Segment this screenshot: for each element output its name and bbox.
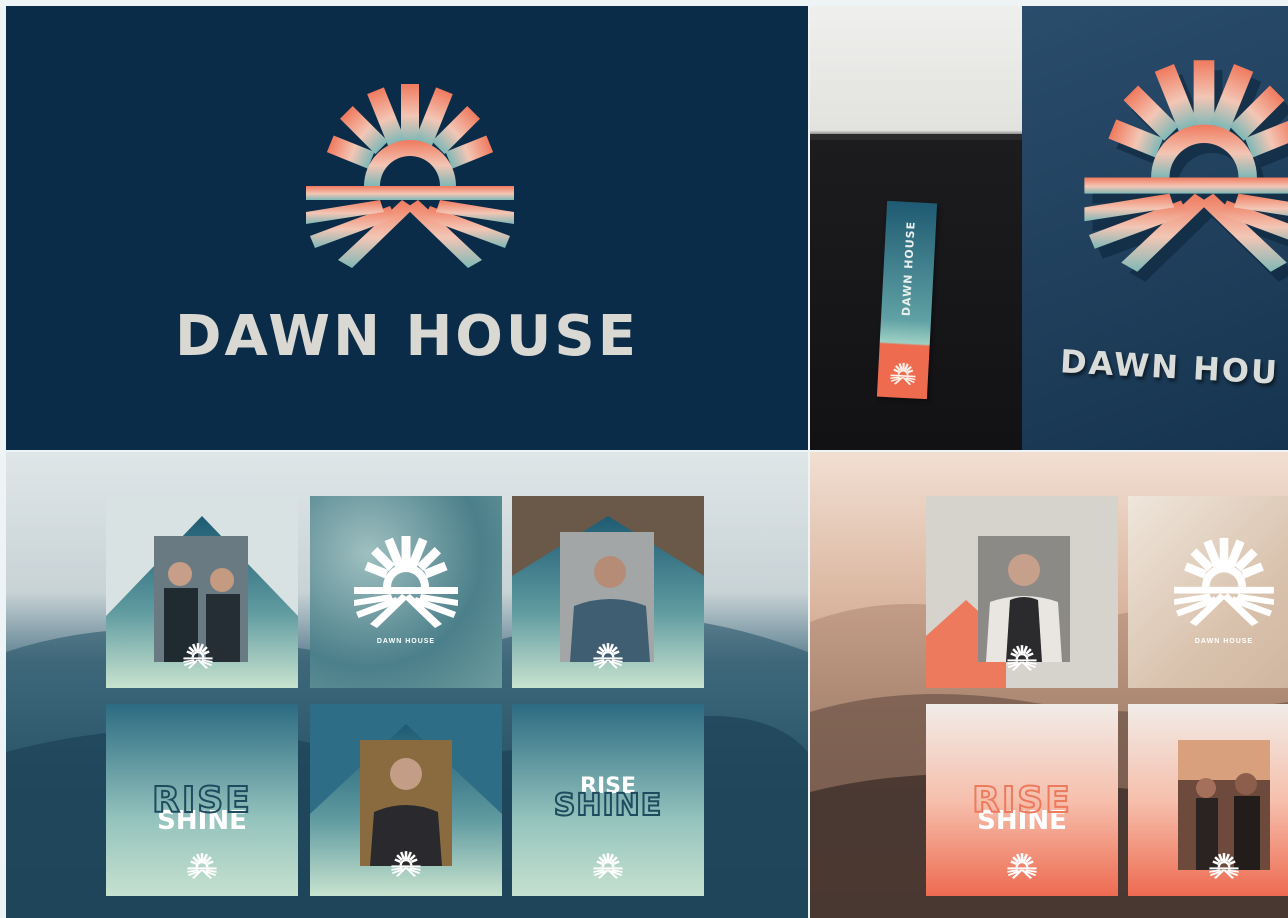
garment-seam: [810, 134, 1022, 140]
tile-wordmark: DAWN HOUSE: [1194, 638, 1254, 645]
sunrise-logo-icon: [354, 536, 458, 628]
clothing-tag: DAWN HOUSE: [876, 200, 938, 400]
social-tile-man-pier: [512, 496, 704, 688]
sunrise-logo-icon: [1174, 537, 1274, 627]
social-grid-ocean: DAWN HOUSE SHINE RISE RISE SHINE: [6, 452, 808, 918]
brand-wordmark: DAWN HOUSE: [175, 304, 639, 369]
social-tile-woman: [310, 704, 502, 896]
tile-wordmark: DAWN HOUSE: [376, 638, 436, 645]
sunrise-logo-icon: [890, 362, 917, 386]
sunrise-logo-icon: [1084, 60, 1288, 282]
social-tile-logo-beige: DAWN HOUSE: [1128, 496, 1288, 688]
wall-sign: DAWN HOU: [1022, 6, 1288, 450]
social-tile-rise-shine-2: RISE SHINE: [512, 704, 704, 896]
tag-brand-text: DAWN HOUSE: [899, 220, 918, 317]
sunrise-logo-icon: [593, 853, 623, 879]
social-tile-surfers: [1128, 704, 1288, 896]
logo-panel: DAWN HOUSE: [6, 6, 808, 450]
sunrise-logo-icon: [306, 84, 514, 268]
signage-panel: DAWN HOUSE DAWN HOU: [810, 6, 1288, 450]
social-tile-rise-shine: SHINE RISE: [106, 704, 298, 896]
social-tile-rise-shine-coral: SHINE RISE: [926, 704, 1118, 896]
social-tile-logo: DAWN HOUSE: [310, 496, 502, 688]
social-grid-dusk: DAWN HOUSE SHINE RISE: [810, 452, 1288, 918]
sunrise-logo-icon: [1007, 853, 1037, 879]
social-tile-couple: [106, 496, 298, 688]
sunrise-logo-icon: [187, 853, 217, 879]
social-tile-man-scarf: [926, 496, 1118, 688]
